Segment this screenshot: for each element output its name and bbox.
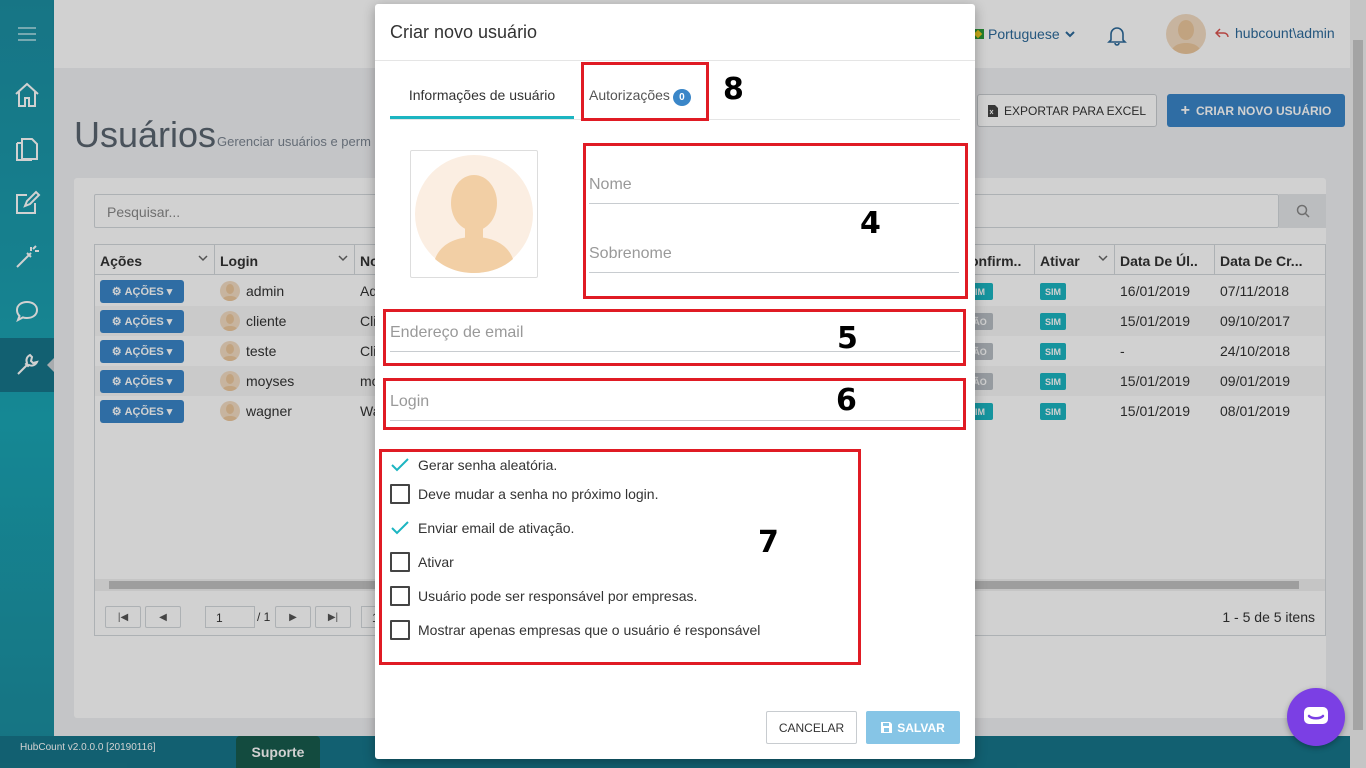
chat-icon bbox=[1304, 707, 1328, 724]
annotation-box bbox=[383, 378, 966, 430]
annotation-box bbox=[583, 143, 968, 299]
annotation-number: 4 bbox=[860, 206, 881, 241]
user-avatar-icon bbox=[415, 155, 533, 273]
annotation-number: 5 bbox=[837, 321, 858, 356]
annotation-number: 7 bbox=[758, 525, 779, 560]
profile-photo[interactable] bbox=[410, 150, 538, 278]
modal-title: Criar novo usuário bbox=[390, 22, 538, 42]
annotation-number: 8 bbox=[723, 72, 744, 107]
annotation-number: 6 bbox=[836, 383, 857, 418]
chat-widget-button[interactable] bbox=[1287, 688, 1345, 746]
annotation-box bbox=[379, 449, 861, 665]
floppy-disk-icon bbox=[881, 722, 893, 733]
tab-user-info[interactable]: Informações de usuário bbox=[390, 87, 574, 119]
save-button[interactable]: SALVAR bbox=[866, 711, 960, 744]
annotation-box bbox=[383, 309, 966, 366]
annotation-box bbox=[581, 62, 709, 121]
save-label: SALVAR bbox=[897, 720, 945, 735]
divider bbox=[375, 60, 975, 61]
cancel-button[interactable]: CANCELAR bbox=[766, 711, 857, 744]
